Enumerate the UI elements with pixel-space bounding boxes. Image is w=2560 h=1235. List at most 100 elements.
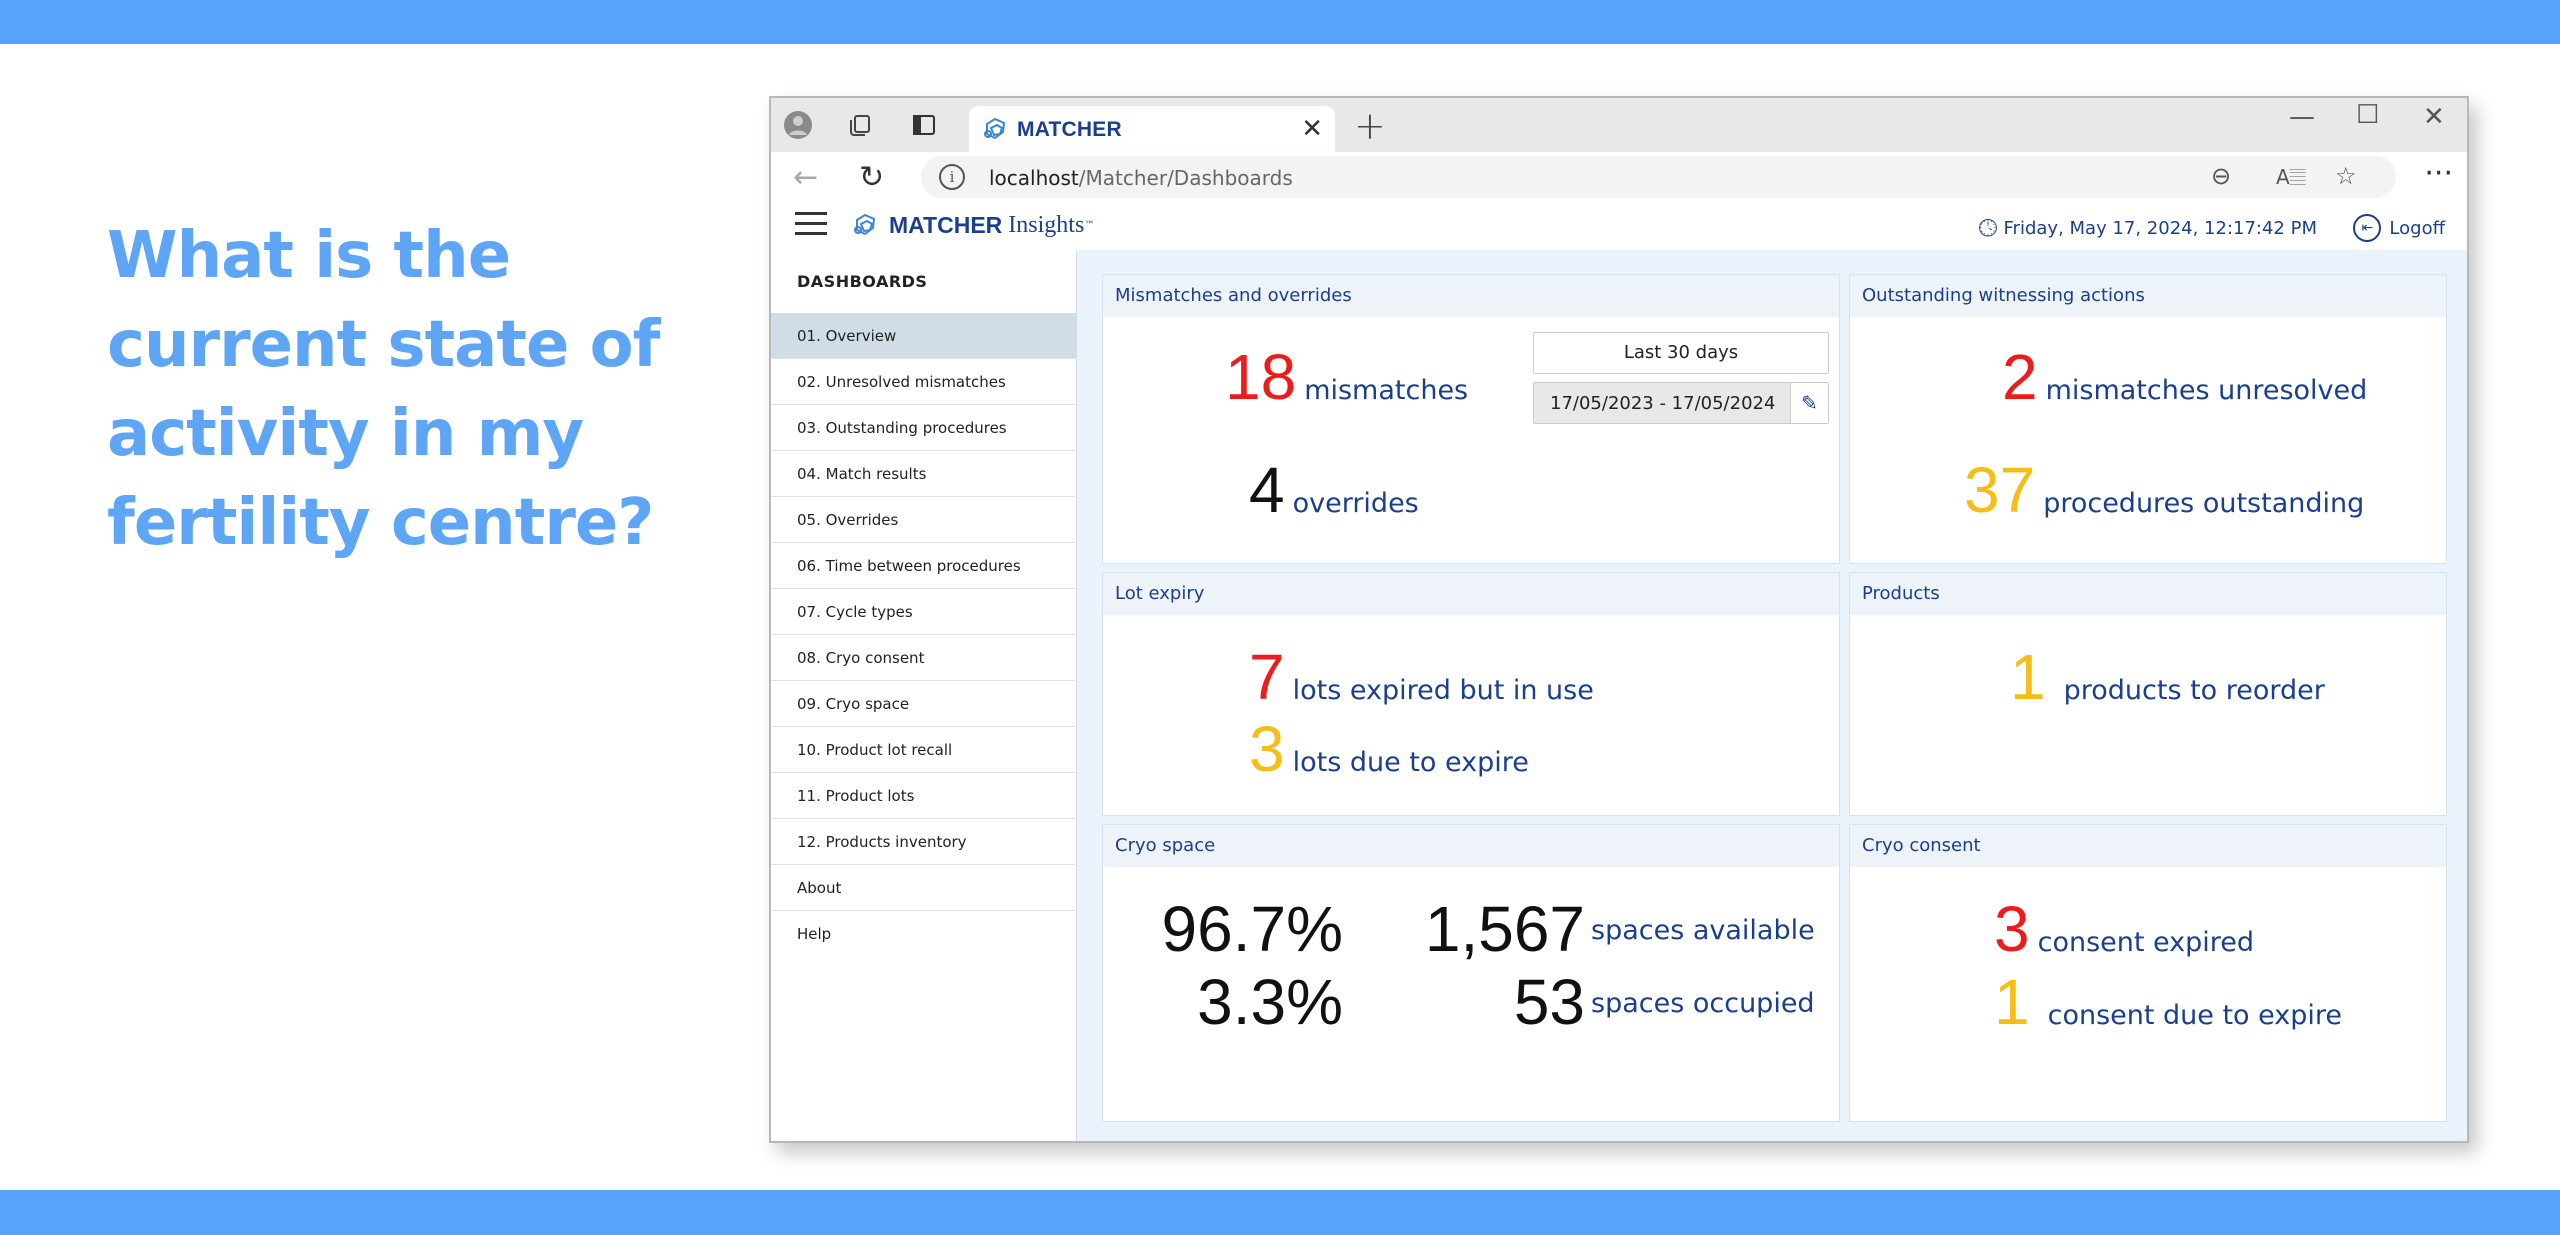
stat-overrides[interactable]: 4 overrides xyxy=(1249,458,1419,522)
stat-spaces-occupied-label: spaces occupied xyxy=(1591,988,1815,1019)
logoff-icon: ⇤ xyxy=(2353,214,2382,242)
sidebar: DASHBOARDS 01. Overview 02. Unresolved m… xyxy=(771,250,1077,1141)
address-bar: ← ↻ i localhost/Matcher/Dashboards ⊖ A𝄚 … xyxy=(771,152,2467,202)
stat-value: 53 xyxy=(1513,966,1585,1038)
stat-procedures-outstanding[interactable]: 37 procedures outstanding xyxy=(1964,458,2364,522)
app-brand: MATCHER Insights ™ xyxy=(851,210,1094,240)
panel-title: Outstanding witnessing actions xyxy=(1850,275,2446,317)
stat-spaces-available[interactable]: 1,567 xyxy=(1303,897,1585,961)
sidebar-heading: DASHBOARDS xyxy=(797,272,928,291)
sidebar-item-cryo-space[interactable]: 09. Cryo space xyxy=(771,681,1077,727)
stat-label: lots due to expire xyxy=(1292,747,1529,778)
sidebar-item-match-results[interactable]: 04. Match results xyxy=(771,451,1077,497)
panel-title: Cryo space xyxy=(1103,825,1839,867)
sidebar-item-outstanding-procedures[interactable]: 03. Outstanding procedures xyxy=(771,405,1077,451)
stat-value: 3 xyxy=(1249,713,1285,785)
info-icon[interactable]: i xyxy=(939,164,965,190)
sidebar-item-cycle-types[interactable]: 07. Cycle types xyxy=(771,589,1077,635)
date-range-field[interactable]: 17/05/2023 - 17/05/2024 ✎ xyxy=(1533,382,1829,424)
tab-actions-icon[interactable] xyxy=(907,108,941,142)
panel-cryo-space: Cryo space 96.7% 1,567 spaces available … xyxy=(1102,824,1840,1122)
stat-spaces-occupied[interactable]: 53 xyxy=(1303,970,1585,1034)
window-close-icon[interactable]: ✕ xyxy=(2423,102,2445,132)
date-range-value: 17/05/2023 - 17/05/2024 xyxy=(1550,393,1776,414)
maximize-icon[interactable]: ☐ xyxy=(2356,100,2379,130)
hamburger-icon[interactable] xyxy=(795,212,827,238)
plus-icon[interactable]: + xyxy=(1354,104,1386,148)
sidebar-item-overrides[interactable]: 05. Overrides xyxy=(771,497,1077,543)
panel-products: Products 1 products to reorder xyxy=(1849,572,2447,816)
refresh-icon[interactable]: ↻ xyxy=(859,160,884,195)
profile-icon[interactable] xyxy=(781,108,815,142)
stat-label: consent due to expire xyxy=(2047,1000,2343,1031)
top-band xyxy=(0,0,2560,44)
back-arrow-icon[interactable]: ← xyxy=(793,160,818,195)
brand-name: MATCHER xyxy=(889,211,1003,238)
more-icon[interactable]: ··· xyxy=(2424,156,2453,191)
stat-products-reorder[interactable]: 1 products to reorder xyxy=(2010,645,2325,709)
app-area: MATCHER Insights ™ 🕓︎ Friday, May 17, 202… xyxy=(771,202,2467,1141)
stat-label: spaces available xyxy=(1591,915,1815,946)
tab-matcher[interactable]: MATCHER ✕ xyxy=(969,106,1335,152)
panel-title: Mismatches and overrides xyxy=(1103,275,1839,317)
url-field[interactable]: i localhost/Matcher/Dashboards ⊖ A𝄚 ☆ xyxy=(921,156,2396,198)
stat-value: 7 xyxy=(1249,641,1285,713)
bottom-band xyxy=(0,1190,2560,1235)
logoff-label: Logoff xyxy=(2389,217,2445,239)
stat-label: lots expired but in use xyxy=(1292,675,1594,706)
date-range-preset-button[interactable]: Last 30 days xyxy=(1533,332,1829,374)
sidebar-list: 01. Overview 02. Unresolved mismatches 0… xyxy=(771,313,1077,957)
read-aloud-icon[interactable]: A𝄚 xyxy=(2276,165,2306,189)
datetime[interactable]: 🕓︎ Friday, May 17, 2024, 12:17:42 PM xyxy=(1979,214,2317,242)
stat-label: consent expired xyxy=(2037,927,2255,958)
stat-value: 1 xyxy=(2010,641,2046,713)
panel-mismatches: Mismatches and overrides 18 mismatches 4… xyxy=(1102,274,1840,564)
minimize-icon[interactable]: — xyxy=(2289,102,2315,132)
stat-value: 18 xyxy=(1225,341,1297,413)
panel-title: Lot expiry xyxy=(1103,573,1839,615)
star-icon[interactable]: ☆ xyxy=(2335,162,2357,190)
tab-title: MATCHER xyxy=(1017,118,1122,141)
stat-spaces-available-label: spaces available xyxy=(1591,915,1815,946)
sidebar-item-products-inventory[interactable]: 12. Products inventory xyxy=(771,819,1077,865)
sidebar-item-about[interactable]: About xyxy=(771,865,1077,911)
stat-label: overrides xyxy=(1292,488,1419,519)
sidebar-item-product-lots[interactable]: 11. Product lots xyxy=(771,773,1077,819)
stat-value: 37 xyxy=(1964,454,2036,526)
sidebar-item-cryo-consent[interactable]: 08. Cryo consent xyxy=(771,635,1077,681)
stat-consent-due[interactable]: 1 consent due to expire xyxy=(1994,970,2342,1034)
sidebar-item-help[interactable]: Help xyxy=(771,911,1077,957)
stat-consent-expired[interactable]: 3 consent expired xyxy=(1994,897,2254,961)
url-text: localhost/Matcher/Dashboards xyxy=(989,166,1293,190)
stat-value: 1 xyxy=(1994,966,2030,1038)
panel-cryo-consent: Cryo consent 3 consent expired 1 consent… xyxy=(1849,824,2447,1122)
browser-window: MATCHER ✕ + — ☐ ✕ ← ↻ i localhost/Matche… xyxy=(769,96,2469,1143)
sidebar-item-product-lot-recall[interactable]: 10. Product lot recall xyxy=(771,727,1077,773)
stat-value: 1,567 xyxy=(1424,893,1585,965)
panel-title: Products xyxy=(1850,573,2446,615)
logoff-button[interactable]: ⇤ Logoff xyxy=(2353,214,2445,242)
sidebar-item-overview[interactable]: 01. Overview xyxy=(771,313,1077,359)
collections-icon[interactable] xyxy=(843,108,877,142)
stat-label: mismatches unresolved xyxy=(2045,375,2368,406)
stat-label: products to reorder xyxy=(2063,675,2325,706)
app-header: MATCHER Insights ™ 🕓︎ Friday, May 17, 202… xyxy=(771,202,2467,250)
stat-value: 2 xyxy=(2002,341,2038,413)
close-icon[interactable]: ✕ xyxy=(1301,114,1323,144)
stat-mismatches[interactable]: 18 mismatches xyxy=(1225,345,1468,409)
stat-label: spaces occupied xyxy=(1591,988,1815,1019)
brand-sub: Insights xyxy=(1008,211,1085,238)
stat-value: 4 xyxy=(1249,454,1285,526)
zoom-out-icon[interactable]: ⊖ xyxy=(2211,162,2231,190)
stat-lots-due[interactable]: 3 lots due to expire xyxy=(1249,717,1529,781)
panel-title: Cryo consent xyxy=(1850,825,2446,867)
stat-lots-expired[interactable]: 7 lots expired but in use xyxy=(1249,645,1594,709)
matcher-logo-icon xyxy=(854,213,876,236)
panel-lot-expiry: Lot expiry 7 lots expired but in use 3 l… xyxy=(1102,572,1840,816)
sidebar-item-unresolved-mismatches[interactable]: 02. Unresolved mismatches xyxy=(771,359,1077,405)
stat-mismatches-unresolved[interactable]: 2 mismatches unresolved xyxy=(2002,345,2367,409)
sidebar-item-time-between-procedures[interactable]: 06. Time between procedures xyxy=(771,543,1077,589)
pencil-icon[interactable]: ✎ xyxy=(1790,383,1828,423)
stat-label: mismatches xyxy=(1304,375,1469,406)
panel-witnessing: Outstanding witnessing actions 2 mismatc… xyxy=(1849,274,2447,564)
